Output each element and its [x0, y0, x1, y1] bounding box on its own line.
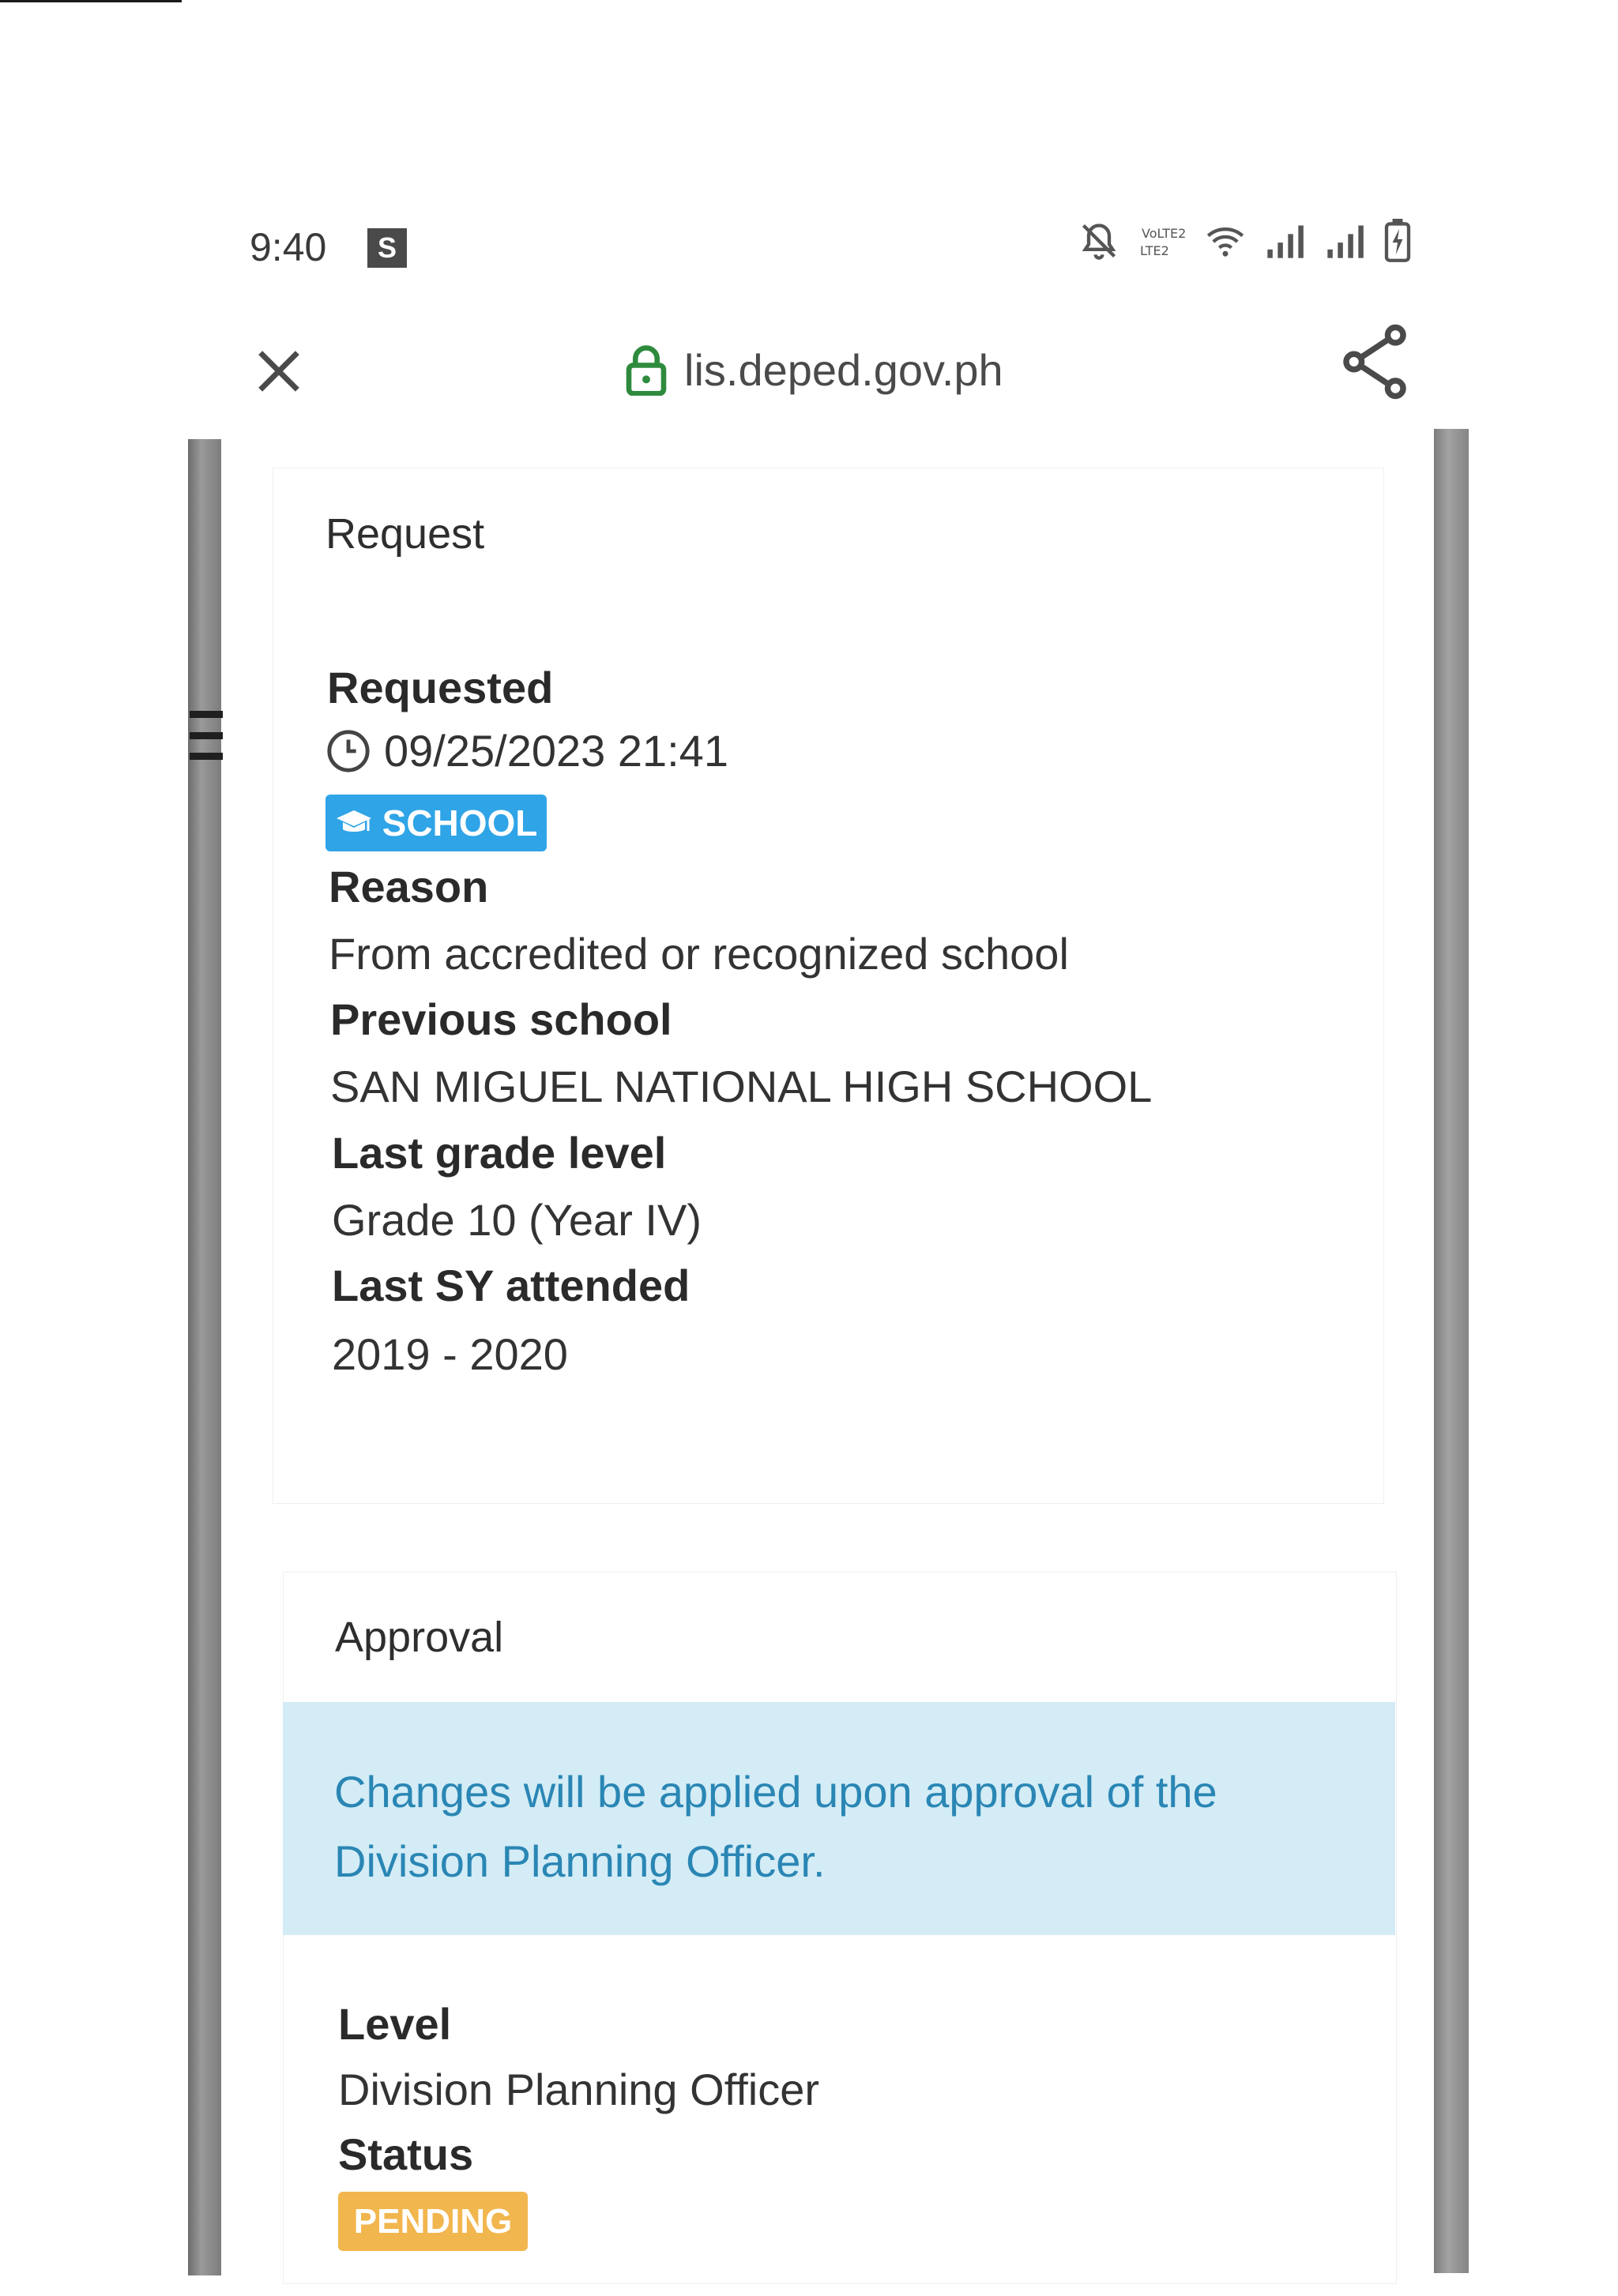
viewport-edge-right [1434, 429, 1469, 2273]
url-text: lis.deped.gov.ph [684, 344, 1003, 395]
school-badge: SCHOOL [325, 795, 547, 851]
last-sy-value: 2019 - 2020 [332, 1329, 568, 1379]
clock-icon [327, 729, 370, 772]
requested-timestamp: 09/25/2023 21:41 [325, 725, 728, 776]
requested-datetime: 09/25/2023 21:41 [384, 726, 728, 776]
request-card-header: Request [325, 510, 485, 558]
previous-school-value: SAN MIGUEL NATIONAL HIGH SCHOOL [330, 1062, 1153, 1111]
battery-charging-icon [1384, 219, 1411, 262]
reason-value: From accredited or recognized school [329, 929, 1069, 979]
reason-label: Reason [329, 862, 489, 911]
signal-icon [1327, 225, 1364, 258]
status-icons: VoLTE2 LTE2 [1078, 213, 1412, 269]
requested-label: Requested [327, 663, 554, 712]
level-value: Division Planning Officer [338, 2065, 820, 2114]
school-badge-label: SCHOOL [382, 802, 538, 844]
status-time: 9:40 [250, 225, 327, 269]
url-bar[interactable]: lis.deped.gov.ph [624, 338, 1003, 401]
mute-icon [1082, 224, 1116, 260]
wifi-icon [1206, 227, 1244, 257]
status-badge: PENDING [338, 2192, 528, 2251]
lock-icon [626, 345, 667, 396]
signal-icon [1267, 225, 1304, 258]
graduation-cap-icon [336, 810, 371, 832]
share-button[interactable] [1339, 322, 1410, 401]
previous-school-label: Previous school [330, 994, 672, 1044]
approval-card-header: Approval [335, 1614, 504, 1661]
level-label: Level [338, 1999, 452, 2049]
svg-text:VoLTE2: VoLTE2 [1142, 226, 1186, 241]
last-sy-label: Last SY attended [332, 1261, 690, 1310]
approval-notice: Changes will be applied upon approval of… [283, 1702, 1395, 1935]
menu-handle-icon[interactable] [190, 711, 223, 760]
approval-notice-text: Changes will be applied upon approval of… [334, 1767, 1217, 1886]
last-grade-label: Last grade level [332, 1128, 667, 1178]
last-grade-value: Grade 10 (Year IV) [332, 1195, 702, 1245]
close-icon [258, 351, 299, 392]
app-badge: S [367, 228, 407, 268]
close-button[interactable] [251, 344, 307, 399]
volte-icon: VoLTE2 LTE2 [1140, 226, 1186, 258]
scan-artifact [0, 0, 182, 2]
status-label: Status [338, 2129, 474, 2179]
share-icon [1343, 324, 1406, 400]
svg-text:LTE2: LTE2 [1140, 243, 1169, 258]
